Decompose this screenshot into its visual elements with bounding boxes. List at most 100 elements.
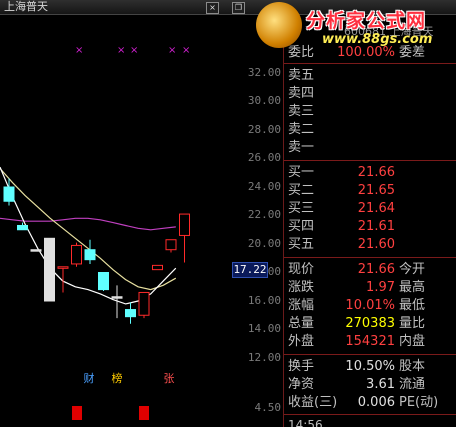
sell3-row[interactable]: 卖三 [284,103,456,121]
volume-bar [72,406,82,420]
buy4-label: 买四 [288,219,315,234]
price-tick: 14.00 [247,322,281,335]
watermark-url: www.88gs.com [322,32,433,47]
buy2-price: 21.65 [357,183,395,198]
sell1-row[interactable]: 卖一 [284,139,456,157]
current-price-marker: 17.22 [232,262,268,278]
price-tick: 24.00 [247,180,281,193]
candle-body [30,249,42,252]
buy3-label: 买三 [288,201,315,216]
price-tick: 22.00 [247,208,281,221]
low-label: 最低 [399,298,426,313]
turnover-label: 换手 [288,359,315,374]
candle-body [71,244,82,265]
inner-label: 内盘 [399,334,426,349]
buy1-price: 21.66 [357,165,395,180]
candle-body [111,296,123,299]
turnover-row: 换手 10.50% 股本 [284,358,456,376]
close-icon[interactable]: × [206,2,219,14]
eps-value: 0.006 [357,395,395,410]
price-row: 现价 21.66 今开 [284,261,456,279]
volume-row: 总量 270383 量比 [284,315,456,333]
buy4-price: 21.61 [357,219,395,234]
candle-body [138,291,150,316]
price-tick: 32.00 [247,66,281,79]
time-label: 14:56 [288,418,323,427]
volume-bar [139,406,149,420]
outer-value: 154321 [345,334,395,349]
event-ranking-icon[interactable]: 榜 [110,372,124,386]
candle-body [44,237,55,302]
buy2-row[interactable]: 买二 21.65 [284,182,456,200]
share-label: 股本 [399,359,426,374]
pct-label: 涨幅 [288,298,315,313]
candle-body [17,224,28,231]
event-limitup-icon[interactable]: 张 [162,372,176,386]
nav-row: 净资 3.61 流通 [284,376,456,394]
sell2-row[interactable]: 卖二 [284,121,456,139]
event-finance-icon[interactable]: 财 [82,372,96,386]
watermark-brand: 分析家公式网 [306,10,427,32]
candle-body [3,186,15,202]
signal-x-icon: × [117,45,126,56]
window-title: 上海普天 [4,0,48,13]
sell1-label: 卖一 [288,140,315,155]
buy2-label: 买二 [288,183,315,198]
buy3-row[interactable]: 买三 21.64 [284,200,456,218]
outer-row: 外盘 154321 内盘 [284,333,456,351]
candle-body [152,264,163,271]
sell2-label: 卖二 [288,122,315,137]
divider [284,354,456,355]
sell5-row[interactable]: 卖五 [284,67,456,85]
price-tick: 20.00 [247,237,281,250]
turnover-value: 10.50% [345,359,395,374]
ma-line-white [0,166,177,305]
candle-body [125,309,136,318]
nav-value: 3.61 [366,377,395,392]
volume-label: 总量 [288,316,315,331]
change-value: 1.97 [366,280,395,295]
candle-body [165,239,177,251]
sell4-label: 卖四 [288,86,315,101]
divider [284,63,456,64]
buy1-row[interactable]: 买一 21.66 [284,164,456,182]
price-tick: 28.00 [247,123,281,136]
price-tick: 12.00 [247,351,281,364]
float-label: 流通 [399,377,426,392]
restore-icon[interactable]: ❐ [232,2,245,14]
candle-body [57,266,69,269]
sell3-label: 卖三 [288,104,315,119]
watermark-logo-icon [256,2,302,48]
price-tick: 26.00 [247,151,281,164]
signal-x-icon: × [130,45,139,56]
high-label: 最高 [399,280,426,295]
pe-label: PE(动) [399,395,439,410]
quote-panel: 600681 上海普天 委比 100.00% 委差 卖五 卖四 卖三 卖二 卖一… [283,15,456,427]
eps-label: 收益(三) [288,395,338,410]
price-label: 现价 [288,262,315,277]
price-tick: 30.00 [247,94,281,107]
buy1-label: 买一 [288,165,315,180]
open-label: 今开 [399,262,426,277]
divider [284,414,456,415]
sell5-label: 卖五 [288,68,315,83]
eps-row: 收益(三) 0.006 PE(动) [284,394,456,412]
buy5-row[interactable]: 买五 21.60 [284,236,456,254]
buy4-row[interactable]: 买四 21.61 [284,218,456,236]
signal-x-icon: × [182,45,191,56]
pct-value: 10.01% [345,298,395,313]
buy5-price: 21.60 [357,237,395,252]
kline-chart[interactable]: × × × × × 32.00 30.00 28.00 26.00 24.00 … [0,15,283,427]
change-label: 涨跌 [288,280,315,295]
sell4-row[interactable]: 卖四 [284,85,456,103]
candle-body [179,213,190,236]
buy5-label: 买五 [288,237,315,252]
price-value: 21.66 [357,262,395,277]
outer-label: 外盘 [288,334,315,349]
candle-body [98,272,109,291]
divider [284,257,456,258]
watermark: 分析家公式网 www.88gs.com [256,2,452,50]
divider [284,160,456,161]
signal-x-icon: × [75,45,84,56]
price-tick: 16.00 [247,294,281,307]
